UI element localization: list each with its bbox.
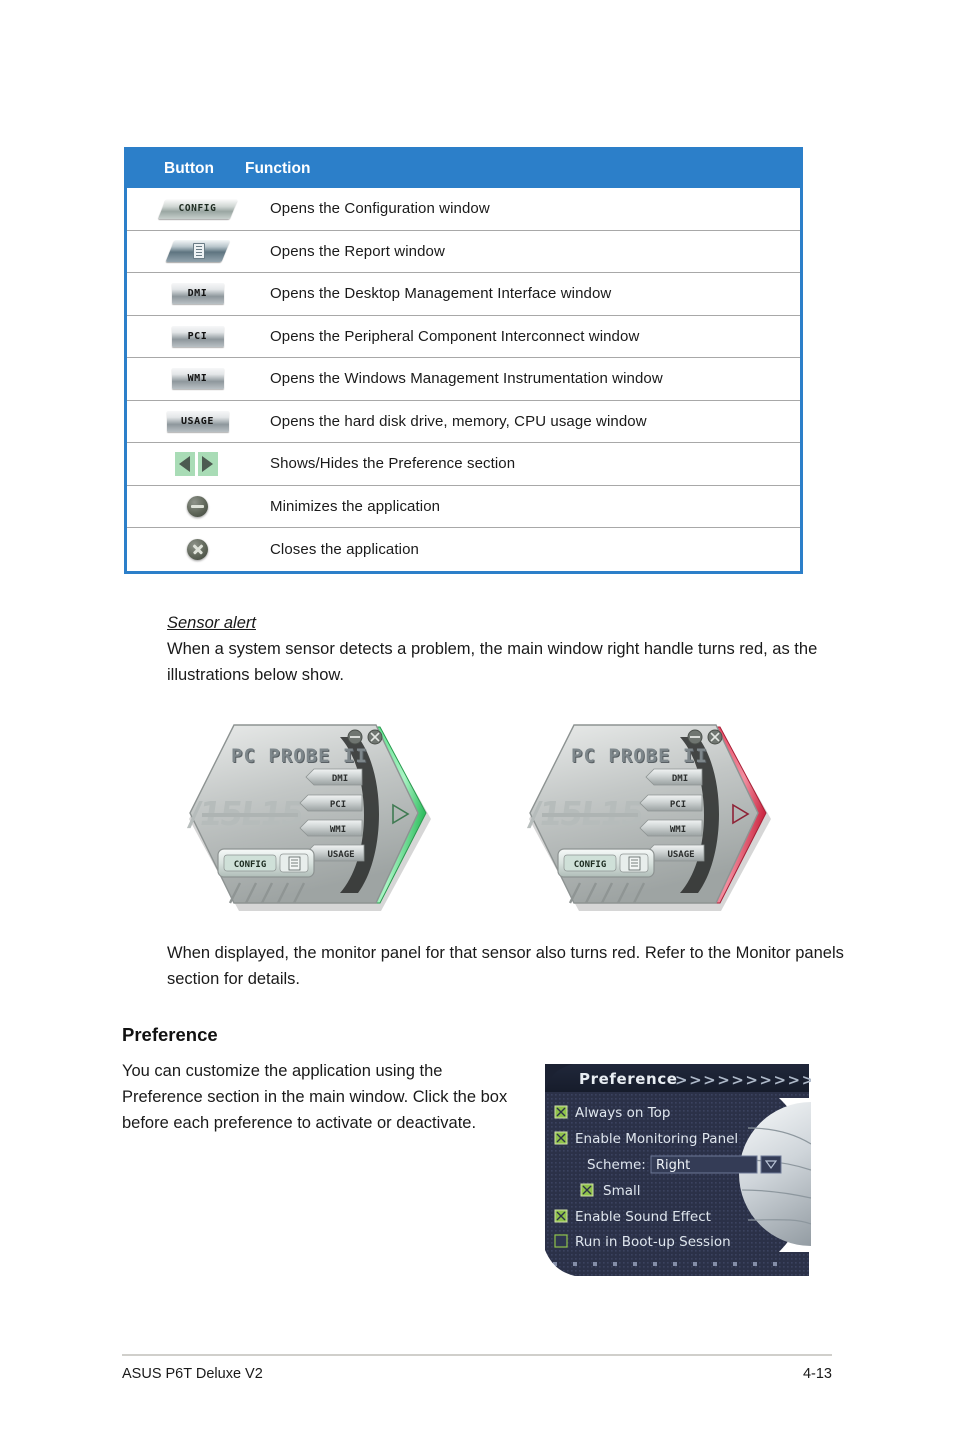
svg-text:PC PROBE II: PC PROBE II (571, 745, 708, 767)
table-row: USAGE Opens the hard disk drive, memory,… (127, 400, 800, 443)
table-row: PCI Opens the Peripheral Component Inter… (127, 315, 800, 358)
monitor-panel-note: When displayed, the monitor panel for th… (167, 944, 844, 988)
pc-probe-alert-svg: PC PROBE II PC PROBE II /15L15 DMI PCI W… (526, 724, 771, 911)
dmi-icon-label: DMI (171, 283, 224, 305)
checkbox-run-in-bootup-session (554, 1234, 568, 1248)
table-row: Shows/Hides the Preference section (127, 443, 800, 486)
table-header-row: Button Function (127, 150, 800, 188)
pc-probe-normal-illustration: PC PROBE II PC PROBE II /15L15 DMI PCI W… (168, 707, 440, 919)
row-function-text: Opens the Peripheral Component Interconn… (270, 327, 640, 345)
button-function-table: Button Function CONFIG Opens the Configu… (124, 147, 803, 574)
svg-text:CONFIG: CONFIG (234, 860, 267, 870)
svg-text:DMI: DMI (332, 774, 348, 784)
svg-text:>>>>>>>>>>>>: >>>>>>>>>>>> (675, 1071, 811, 1089)
table-row: Closes the application (127, 528, 800, 571)
svg-text:USAGE: USAGE (327, 850, 354, 860)
row-function-text: Opens the Desktop Management Interface w… (270, 285, 612, 303)
probe-config-bar: CONFIG (217, 848, 315, 878)
wmi-button-icon[interactable]: WMI (127, 368, 268, 390)
asus-logo: /15L15 (526, 794, 644, 833)
label-run-in-bootup-session: Run in Boot-up Session (575, 1234, 731, 1250)
pci-button-icon[interactable]: PCI (127, 325, 268, 347)
scheme-dropdown-button (760, 1155, 782, 1174)
arrow-right-icon[interactable] (197, 451, 218, 476)
preference-panel-svg: Preference >>>>>>>>>>>> Always on Top (543, 1062, 811, 1282)
footer-divider (122, 1354, 832, 1356)
table-row: Minimizes the application (127, 485, 800, 528)
sensor-alert-block: Sensor alert When a system sensor detect… (167, 610, 867, 688)
table-row: Opens the Report window (127, 230, 800, 273)
label-scheme: Scheme: (587, 1157, 646, 1173)
label-enable-sound-effect: Enable Sound Effect (575, 1209, 711, 1225)
row-function-text: Opens the Windows Management Instrumenta… (270, 370, 663, 388)
arrow-left-icon[interactable] (174, 451, 195, 476)
column-header-function: Function (245, 160, 311, 177)
report-button-icon[interactable] (127, 240, 268, 263)
config-button-icon[interactable]: CONFIG (127, 198, 268, 219)
footer-page-number: 4-13 (802, 1366, 832, 1382)
row-function-text: Opens the hard disk drive, memory, CPU u… (270, 412, 647, 430)
usage-icon-label: USAGE (166, 410, 229, 432)
preference-panel-title: Preference (579, 1070, 678, 1088)
label-small: Small (603, 1183, 641, 1199)
asus-logo: /15L15 (186, 794, 304, 833)
row-function-text: Closes the application (270, 540, 419, 558)
row-function-text: Opens the Configuration window (270, 200, 490, 218)
label-always-on-top: Always on Top (575, 1105, 671, 1121)
sensor-alert-body: When a system sensor detects a problem, … (167, 640, 818, 684)
column-header-button: Button (164, 160, 214, 177)
label-enable-monitoring-panel: Enable Monitoring Panel (575, 1131, 738, 1147)
usage-button-icon[interactable]: USAGE (127, 410, 268, 432)
page-title-preference: Preference (122, 1024, 218, 1045)
pc-probe-alert-illustration: PC PROBE II PC PROBE II /15L15 DMI PCI W… (508, 707, 780, 919)
close-icon[interactable] (127, 538, 268, 560)
scheme-select-value: Right (656, 1158, 690, 1173)
row-function-text: Shows/Hides the Preference section (270, 455, 516, 473)
table-row: WMI Opens the Windows Management Instrum… (127, 358, 800, 401)
table-row: CONFIG Opens the Configuration window (127, 188, 800, 231)
svg-text:DMI: DMI (672, 774, 688, 784)
table-row: DMI Opens the Desktop Management Interfa… (127, 273, 800, 316)
wmi-icon-label: WMI (171, 368, 224, 390)
preference-panel-illustration: Preference >>>>>>>>>>>> Always on Top (543, 1062, 811, 1282)
svg-text:CONFIG: CONFIG (574, 860, 607, 870)
svg-text:USAGE: USAGE (667, 850, 694, 860)
svg-text:PCI: PCI (670, 800, 686, 810)
config-icon-label: CONFIG (178, 203, 217, 215)
pci-icon-label: PCI (171, 325, 224, 347)
svg-text:PCI: PCI (330, 800, 346, 810)
document-icon (192, 243, 205, 260)
preference-body-text: You can customize the application using … (122, 1062, 508, 1132)
chevrons-decor: >>>>>>>>>>>> (675, 1071, 811, 1089)
svg-text:WMI: WMI (670, 825, 686, 835)
svg-text:PC PROBE II: PC PROBE II (231, 745, 368, 767)
dmi-button-icon[interactable]: DMI (127, 283, 268, 305)
sensor-alert-title: Sensor alert (167, 614, 256, 632)
probe-config-bar: CONFIG (557, 848, 655, 878)
show-hide-arrows-icon[interactable] (127, 451, 268, 476)
row-function-text: Minimizes the application (270, 497, 441, 515)
row-function-text: Opens the Report window (270, 242, 445, 260)
minimize-icon[interactable] (127, 495, 268, 517)
pc-probe-normal-svg: PC PROBE II PC PROBE II /15L15 DMI PCI W… (186, 724, 431, 911)
svg-text:WMI: WMI (330, 825, 346, 835)
